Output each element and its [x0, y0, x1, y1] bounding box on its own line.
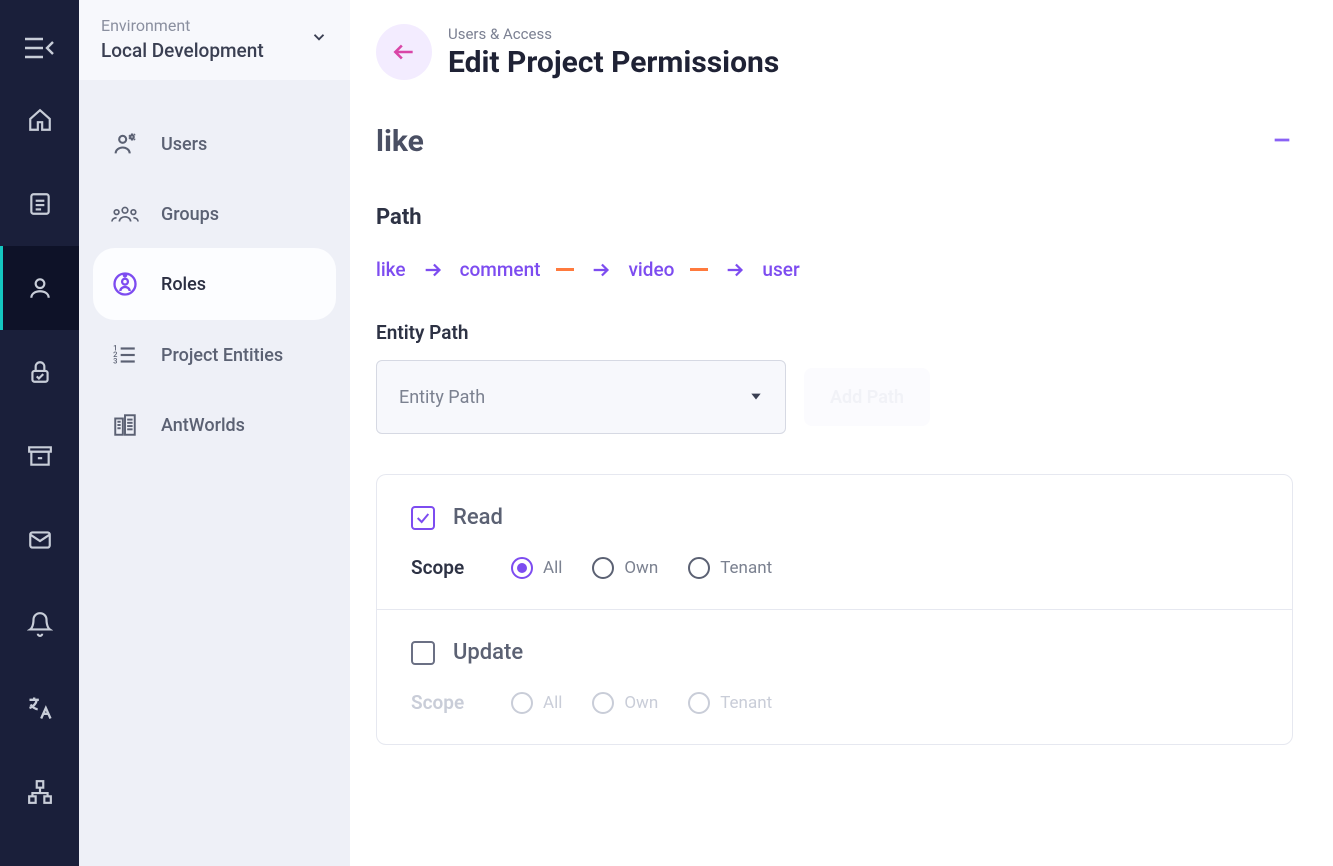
environment-selector[interactable]: Environment Local Development: [79, 0, 350, 80]
permission-name: Read: [453, 505, 503, 530]
side-panel: Environment Local Development Users Grou…: [79, 0, 350, 866]
scope-option-own[interactable]: Own: [592, 557, 658, 579]
rail-workflow[interactable]: [0, 750, 79, 834]
scope-label: Scope: [411, 691, 481, 714]
scope-option-label: Own: [624, 693, 658, 713]
entity-path-select[interactable]: Entity Path: [376, 360, 786, 434]
buildings-icon: [111, 412, 139, 438]
add-path-button[interactable]: Add Path: [804, 368, 930, 426]
bell-icon: [27, 611, 53, 637]
sidebar-item-label: Users: [161, 134, 207, 155]
scope-option-label: Tenant: [720, 558, 772, 578]
icon-rail: [0, 0, 79, 866]
radio-icon: [592, 692, 614, 714]
svg-text:3: 3: [113, 357, 117, 366]
home-icon: [27, 107, 53, 133]
groups-icon: [111, 202, 139, 226]
page-title: Edit Project Permissions: [448, 45, 779, 80]
archive-icon: [27, 443, 53, 469]
path-segment[interactable]: user: [762, 258, 799, 281]
path-chain: like comment video user: [376, 258, 1293, 281]
permission-row-update: Update Scope All Own Tenant: [377, 610, 1292, 744]
sidebar-item-project-entities[interactable]: 123 Project Entities: [93, 320, 336, 390]
path-separator: [556, 268, 574, 271]
permission-row-read: Read Scope All Own Tenant: [377, 475, 1292, 610]
path-segment[interactable]: like: [376, 258, 406, 281]
scope-option-tenant: Tenant: [688, 692, 772, 714]
scope-option-label: All: [543, 558, 562, 578]
clipboard-icon: [27, 191, 53, 217]
sidebar-item-label: Groups: [161, 204, 219, 225]
path-separator: [690, 268, 708, 271]
collapse-icon: [25, 37, 55, 59]
list-icon: 123: [111, 342, 139, 368]
users-cog-icon: [111, 130, 139, 158]
main-content: Users & Access Edit Project Permissions …: [350, 0, 1333, 866]
arrow-right-icon: [422, 259, 444, 281]
mail-icon: [27, 527, 53, 553]
permission-checkbox-read[interactable]: [411, 506, 435, 530]
scope-option-tenant[interactable]: Tenant: [688, 557, 772, 579]
radio-icon: [688, 692, 710, 714]
sidebar-item-label: Project Entities: [161, 345, 283, 366]
rail-docs[interactable]: [0, 162, 79, 246]
environment-value: Local Development: [101, 39, 264, 62]
sidebar-item-groups[interactable]: Groups: [93, 180, 336, 248]
rail-home[interactable]: [0, 78, 79, 162]
rail-notifications[interactable]: [0, 582, 79, 666]
scope-option-own: Own: [592, 692, 658, 714]
sidebar-item-users[interactable]: Users: [93, 108, 336, 180]
add-path-label: Add Path: [830, 387, 904, 408]
permission-name: Update: [453, 640, 523, 665]
radio-icon: [688, 557, 710, 579]
environment-label: Environment: [101, 16, 264, 35]
scope-option-all: All: [511, 692, 562, 714]
sidebar-item-antworlds[interactable]: AntWorlds: [93, 390, 336, 460]
rail-security[interactable]: [0, 330, 79, 414]
entity-path-placeholder: Entity Path: [399, 387, 485, 408]
path-heading: Path: [376, 205, 1293, 230]
sidebar-item-roles[interactable]: Roles: [93, 248, 336, 320]
breadcrumb: Users & Access: [448, 25, 779, 43]
radio-selected-icon: [511, 557, 533, 579]
rail-mail[interactable]: [0, 498, 79, 582]
lock-check-icon: [27, 359, 53, 385]
rail-users-access[interactable]: [0, 246, 79, 330]
minus-icon: [1271, 129, 1293, 151]
permissions-card: Read Scope All Own Tenant: [376, 474, 1293, 745]
rail-language[interactable]: [0, 666, 79, 750]
back-button[interactable]: [376, 24, 432, 80]
arrow-right-icon: [590, 259, 612, 281]
rail-archive[interactable]: [0, 414, 79, 498]
collapse-section-button[interactable]: [1271, 129, 1293, 155]
path-segment[interactable]: comment: [460, 258, 541, 281]
arrow-left-icon: [391, 39, 417, 65]
role-icon: [111, 270, 139, 298]
sidebar-item-label: Roles: [161, 274, 206, 295]
check-icon: [415, 510, 431, 526]
person-icon: [27, 275, 53, 301]
scope-option-label: Own: [624, 558, 658, 578]
scope-option-all[interactable]: All: [511, 557, 562, 579]
caret-down-icon: [749, 387, 763, 408]
radio-icon: [592, 557, 614, 579]
permission-checkbox-update[interactable]: [411, 641, 435, 665]
workflow-icon: [27, 779, 53, 805]
collapse-sidebar-button[interactable]: [0, 18, 79, 78]
sidebar-item-label: AntWorlds: [161, 415, 245, 436]
scope-option-label: Tenant: [720, 693, 772, 713]
nav-list: Users Groups Roles 123 Project Entities …: [79, 80, 350, 488]
scope-label: Scope: [411, 556, 481, 579]
path-segment[interactable]: video: [628, 258, 674, 281]
scope-option-label: All: [543, 693, 562, 713]
radio-icon: [511, 692, 533, 714]
translate-icon: [26, 694, 54, 722]
entity-path-heading: Entity Path: [376, 321, 1293, 344]
section-title: like: [376, 124, 424, 159]
arrow-right-icon: [724, 259, 746, 281]
chevron-down-icon: [310, 28, 328, 50]
